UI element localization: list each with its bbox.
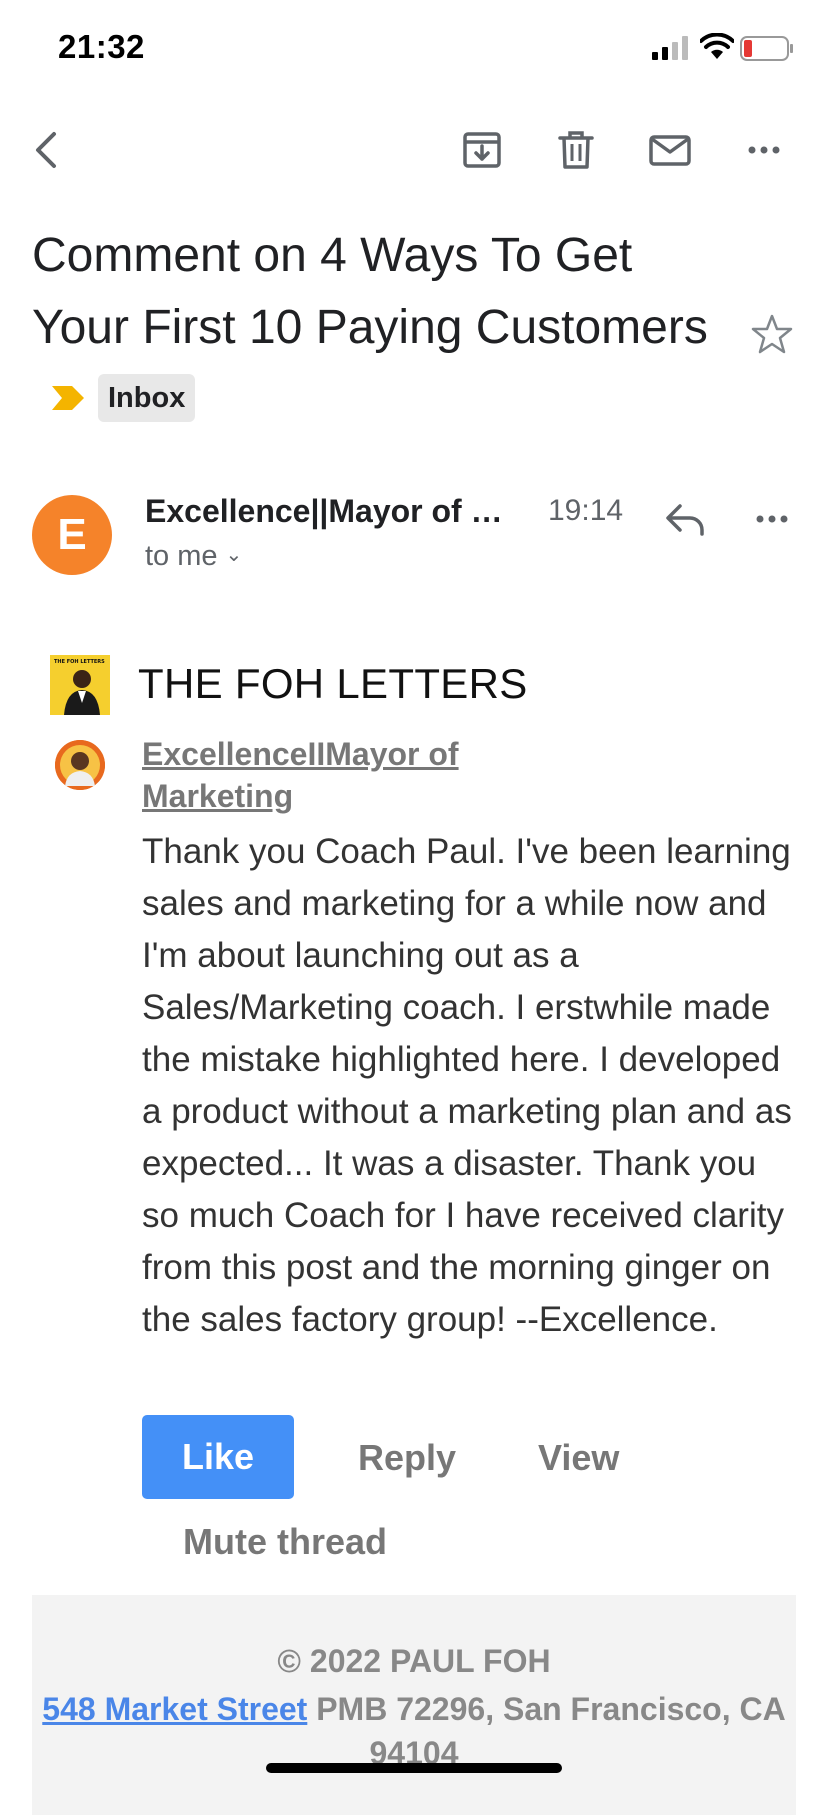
brand-logo-text: THE FOH LETTERS — [54, 659, 105, 665]
reply-link[interactable]: Reply — [358, 1437, 456, 1479]
star-icon[interactable] — [750, 312, 794, 356]
mark-unread-button[interactable] — [644, 124, 696, 176]
mail-icon — [649, 135, 691, 166]
archive-icon — [463, 132, 501, 168]
status-time: 21:32 — [58, 28, 145, 65]
footer-copyright: © 2022 PAUL FOH — [277, 1643, 551, 1679]
sender-name[interactable]: Excellence||Mayor of Marketing — [145, 493, 525, 530]
brand-logo: THE FOH LETTERS — [50, 655, 110, 715]
delete-button[interactable] — [550, 124, 602, 176]
inbox-label-chip[interactable]: Inbox — [98, 374, 196, 423]
view-link[interactable]: View — [538, 1437, 619, 1479]
home-indicator[interactable] — [266, 1763, 562, 1773]
reply-icon[interactable] — [662, 496, 708, 542]
more-options-button[interactable] — [738, 124, 790, 176]
mute-thread-link[interactable]: Mute thread — [183, 1521, 387, 1563]
more-horizontal-icon — [748, 146, 780, 154]
chevron-down-icon: ⌄ — [225, 544, 243, 566]
commenter-name-link[interactable]: ExcellenceIIMayor of Marketing — [142, 733, 562, 817]
sender-more-icon[interactable] — [752, 502, 792, 536]
recipient-label: to me — [145, 540, 218, 572]
commenter-avatar — [55, 740, 105, 790]
cellular-signal-icon — [652, 36, 688, 60]
back-button[interactable] — [22, 124, 74, 176]
brand-logo-image: THE FOH LETTERS — [50, 655, 110, 715]
like-button[interactable]: Like — [142, 1415, 294, 1499]
wifi-icon — [700, 33, 734, 59]
footer-address-rest: PMB 72296, San Francisco, CA 94104 — [307, 1691, 786, 1771]
newsletter-title: THE FOH LETTERS — [138, 660, 528, 707]
email-subject: Comment on 4 Ways To Get Your First 10 P… — [32, 220, 732, 436]
archive-button[interactable] — [456, 124, 508, 176]
sender-time: 19:14 — [548, 494, 624, 527]
chevron-left-icon — [36, 132, 56, 168]
footer-street-link[interactable]: 548 Market Street — [42, 1691, 307, 1727]
email-footer: © 2022 PAUL FOH 548 Market Street PMB 72… — [32, 1595, 796, 1815]
footer-address: 548 Market Street PMB 72296, San Francis… — [32, 1687, 796, 1775]
trash-icon — [558, 131, 594, 169]
subject-text: Comment on 4 Ways To Get Your First 10 P… — [32, 229, 708, 354]
comment-text: Thank you Coach Paul. I've been learning… — [142, 832, 792, 1339]
sender-avatar[interactable]: E — [32, 495, 112, 575]
important-marker-icon[interactable] — [50, 384, 86, 412]
battery-low-icon — [740, 36, 793, 61]
recipient-details[interactable]: to me ⌄ — [145, 540, 242, 573]
